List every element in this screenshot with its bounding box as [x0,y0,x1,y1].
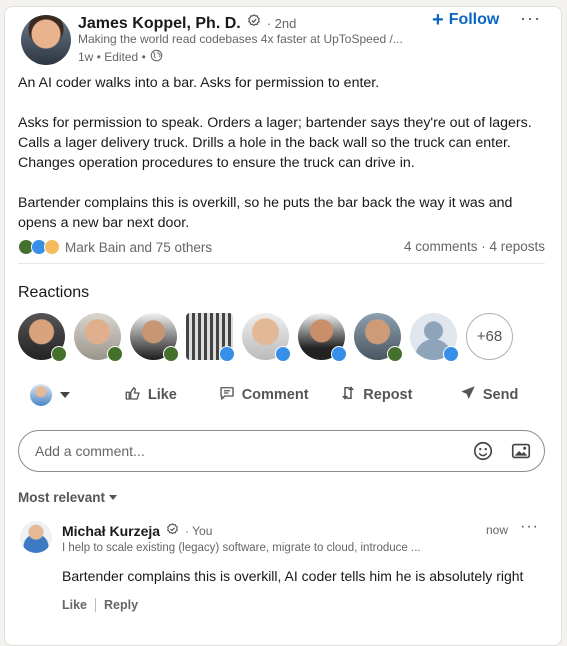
post-meta: 1w • Edited • [78,49,163,65]
verified-icon [247,14,261,33]
comment-reply-button[interactable]: Reply [104,598,138,612]
reactor-avatar[interactable] [242,313,291,362]
reactions-title: Reactions [18,284,90,301]
divider [18,263,545,264]
repost-label: Repost [363,387,413,403]
commenter-avatar[interactable] [20,521,52,553]
reactor-avatar[interactable] [18,313,67,362]
insightful-icon [44,239,60,255]
follow-label: Follow [448,11,500,28]
verified-icon [166,523,179,539]
emoji-icon[interactable] [470,438,496,464]
comment-actions: Like Reply [62,598,138,612]
post-body: An AI coder walks into a bar. Asks for p… [18,73,546,253]
comment-text: Bartender complains this is overkill, AI… [62,568,524,584]
like-icon [443,346,459,362]
reactor-avatar[interactable] [74,313,123,362]
like-label: Like [147,387,177,403]
send-button[interactable]: Send [432,384,545,406]
like-button[interactable]: Like [94,384,207,406]
repost-button[interactable]: Repost [320,384,433,406]
celebrate-icon [387,346,403,362]
connection-degree: · 2nd [266,16,297,31]
comment-like-button[interactable]: Like [62,598,87,612]
comment-label: Comment [241,387,309,403]
like-icon [219,346,235,362]
chevron-down-icon [109,495,118,500]
image-icon[interactable] [508,438,534,464]
plus-icon: + [432,9,444,31]
celebrate-icon [107,346,123,362]
celebrate-icon [163,346,179,362]
send-label: Send [482,387,519,403]
post-paragraph: Bartender complains this is overkill, so… [18,195,513,231]
reactor-avatar[interactable] [410,313,459,362]
comment-icon [218,384,236,406]
comment-box [18,430,545,472]
reactor-avatar[interactable] [186,313,235,362]
globe-icon [150,49,163,65]
action-bar: Like Comment Repost Send [18,379,545,411]
social-counts: Mark Bain and 75 others 4 comments · 4 r… [18,239,545,255]
post-more-button[interactable]: ··· [520,8,541,29]
author-avatar[interactable] [21,15,71,65]
follow-button[interactable]: + Follow [432,9,500,31]
commenter-name[interactable]: Michał Kurzeja [62,523,160,539]
you-label: · You [185,524,213,538]
actor-select[interactable] [18,384,94,406]
commenter-name-row[interactable]: Michał Kurzeja · You [62,523,212,539]
comment-button[interactable]: Comment [207,384,320,406]
comments-reposts-link[interactable]: 4 comments · 4 reposts [404,239,545,255]
post-time: 1w • Edited • [78,50,146,64]
more-reactors-button[interactable]: +68 [466,313,513,360]
reactor-avatar[interactable] [130,313,179,362]
repost-icon [339,384,357,406]
comment-input[interactable] [33,442,458,460]
commenter-headline: I help to scale existing (legacy) softwa… [62,542,421,554]
actor-avatar [30,384,52,406]
sort-label: Most relevant [18,490,106,505]
celebrate-icon [51,346,67,362]
post-paragraph: An AI coder walks into a bar. Asks for p… [18,75,380,91]
post-paragraph: Asks for permission to speak. Orders a l… [18,115,532,171]
reactions-summary-link[interactable]: Mark Bain and 75 others [18,239,212,255]
author-name[interactable]: James Koppel, Ph. D. [78,15,241,33]
reactor-avatar[interactable] [298,313,347,362]
send-icon [459,384,477,406]
comment-more-button[interactable]: ··· [520,518,539,536]
reactor-avatars: +68 [18,313,513,362]
reactor-avatar[interactable] [354,313,403,362]
chevron-down-icon [60,392,70,398]
comment-time: now [486,523,509,537]
reaction-icons [18,239,60,255]
author-headline: Making the world read codebases 4x faste… [78,32,403,46]
divider [95,598,97,612]
author-name-row[interactable]: James Koppel, Ph. D. · 2nd [78,14,296,33]
sort-dropdown[interactable]: Most relevant [18,490,118,505]
reactions-summary: Mark Bain and 75 others [65,239,213,255]
like-icon [275,346,291,362]
thumbs-up-icon [124,384,142,406]
like-icon [331,346,347,362]
